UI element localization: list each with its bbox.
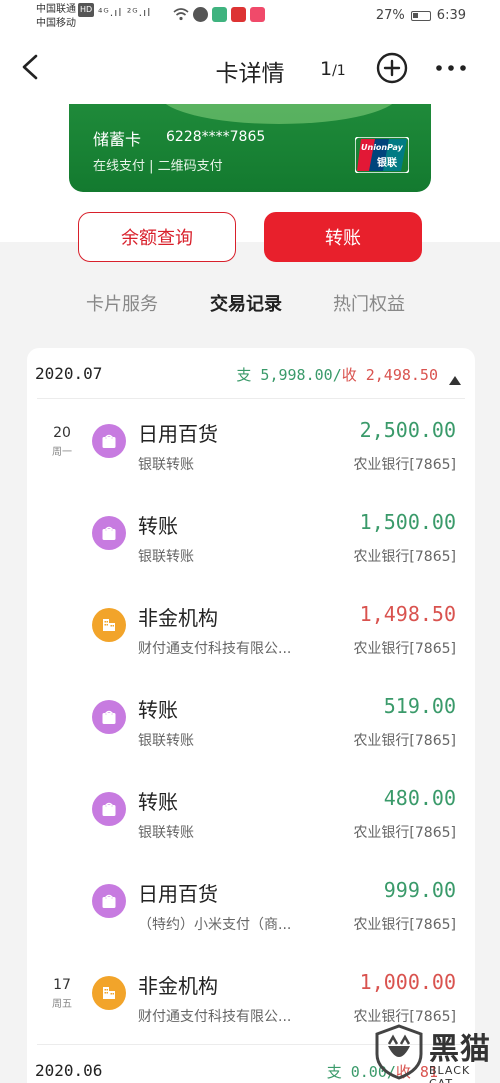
balance-query-button[interactable]: 余额查询	[78, 212, 236, 262]
tx-weekday: 周一	[52, 447, 72, 458]
month-income: 收 2,498.50	[341, 366, 438, 384]
tx-title: 非金机构	[138, 606, 218, 630]
status-right: 27% 6:39	[376, 8, 466, 23]
clock: 6:39	[436, 8, 466, 23]
tab-bar: 卡片服务 交易记录 热门权益	[0, 290, 500, 330]
card-gloss	[159, 104, 399, 124]
hd-badge: HD	[78, 3, 95, 17]
battery-percent: 27%	[375, 8, 405, 23]
tx-bank: 农业银行[7865]	[353, 549, 456, 565]
tx-amount: 1,500.00	[359, 510, 456, 534]
tx-title: 日用百货	[138, 422, 218, 446]
tx-subtitle: 财付通支付科技有限公...	[138, 641, 292, 657]
more-icon[interactable]	[432, 54, 470, 82]
nav-bar: 卡详情 1/1	[0, 34, 500, 104]
transaction-row[interactable]: 日用百货 （特约）小米支付（商... 999.00 农业银行[7865]	[27, 859, 475, 951]
tx-subtitle: 财付通支付科技有限公...	[138, 1009, 292, 1025]
unionpay-text-cn: 银联	[377, 158, 397, 169]
tab-card-services[interactable]: 卡片服务	[86, 290, 158, 316]
tx-amount: 999.00	[383, 878, 456, 902]
tab-popular-benefits[interactable]: 热门权益	[333, 290, 405, 316]
month-date: 2020.07	[35, 364, 103, 383]
tx-weekday: 周五	[52, 999, 72, 1010]
shopping-bag-icon	[92, 884, 126, 918]
notification-icons	[173, 7, 265, 22]
back-icon[interactable]	[18, 52, 42, 82]
card-header-area: 储蓄卡 6228****7865 在线支付 | 二维码支付 UnionPay 银…	[0, 104, 500, 262]
tx-day: 17	[53, 977, 71, 993]
watermark-cn: 黑猫	[429, 1032, 491, 1067]
tx-subtitle: 银联转账	[138, 733, 194, 749]
tab-transaction-records[interactable]: 交易记录	[210, 290, 282, 316]
month-date: 2020.06	[35, 1061, 103, 1080]
transfer-button[interactable]: 转账	[264, 212, 422, 262]
transaction-list: 2020.07 支 5,998.00/收 2,498.50 20 周一 日用百货 银联…	[27, 348, 475, 1083]
tx-bank: 农业银行[7865]	[353, 825, 456, 841]
app-icon-red	[231, 7, 246, 22]
watermark-en: BLACK CAT	[429, 1064, 471, 1083]
tx-subtitle: 银联转账	[138, 457, 194, 473]
tx-title: 转账	[138, 790, 178, 814]
card-type: 储蓄卡	[93, 130, 142, 149]
transaction-row[interactable]: 非金机构财付通支付科技有限公... 1,498.50 农业银行[7865]	[27, 583, 475, 675]
black-cat-watermark: 黑猫 BLACK CAT	[373, 1024, 495, 1083]
card-subtitle: 在线支付 | 二维码支付	[93, 159, 223, 174]
tx-day: 20	[53, 425, 71, 441]
carrier-2: 中国移动	[36, 18, 76, 29]
signal-icon: ⁴ᴳ.ıl ²ᴳ.ıl	[98, 6, 152, 19]
tx-subtitle: （特约）小米支付（商...	[138, 917, 292, 933]
tx-amount: 480.00	[383, 786, 456, 810]
building-icon	[92, 976, 126, 1010]
tx-bank: 农业银行[7865]	[353, 733, 456, 749]
tx-bank: 农业银行[7865]	[353, 1009, 456, 1025]
transaction-row[interactable]: 转账银联转账 1,500.00 农业银行[7865]	[27, 491, 475, 583]
unionpay-logo-icon: UnionPay 银联	[354, 136, 410, 174]
tx-bank: 农业银行[7865]	[353, 641, 456, 657]
tx-bank: 农业银行[7865]	[353, 917, 456, 933]
pager-current: 1	[320, 58, 333, 80]
tx-subtitle: 银联转账	[138, 549, 194, 565]
app-icon-pink	[250, 7, 265, 22]
unionpay-text-en: UnionPay	[361, 143, 403, 152]
shopping-bag-icon	[92, 516, 126, 550]
tx-title: 转账	[138, 698, 178, 722]
month-header[interactable]: 2020.07 支 5,998.00/收 2,498.50	[27, 348, 475, 398]
cat-shield-icon	[375, 1024, 423, 1080]
tx-title: 非金机构	[138, 974, 218, 998]
collapse-arrow-icon[interactable]	[449, 370, 461, 385]
status-bar: 中国联通 HD 中国移动 ⁴ᴳ.ıl ²ᴳ.ıl 27% 6:39	[0, 0, 500, 34]
shopping-bag-icon	[92, 424, 126, 458]
app-icon-green	[212, 7, 227, 22]
carrier-1: 中国联通	[36, 4, 76, 15]
transaction-row[interactable]: 转账银联转账 480.00 农业银行[7865]	[27, 767, 475, 859]
building-icon	[92, 608, 126, 642]
tx-amount: 2,500.00	[359, 418, 456, 442]
card-number: 6228****7865	[166, 129, 266, 145]
pager-total: /1	[332, 63, 346, 79]
month-summary: 支 5,998.00/收 2,498.50	[236, 364, 438, 385]
tx-subtitle: 银联转账	[138, 825, 194, 841]
battery-icon	[410, 10, 431, 21]
tx-amount: 1,000.00	[359, 970, 456, 994]
page-title: 卡详情	[215, 61, 285, 87]
tx-amount: 1,498.50	[359, 602, 456, 626]
shopping-bag-icon	[92, 792, 126, 826]
summary-separator: /	[332, 366, 342, 384]
card-pager: 1/1	[320, 58, 346, 80]
chat-app-icon	[193, 7, 208, 22]
carrier-info: 中国联通 HD 中国移动	[36, 3, 95, 31]
tx-title: 转账	[138, 514, 178, 538]
tx-bank: 农业银行[7865]	[353, 457, 456, 473]
transaction-row[interactable]: 转账银联转账 519.00 农业银行[7865]	[27, 675, 475, 767]
bank-card[interactable]: 储蓄卡 6228****7865 在线支付 | 二维码支付 UnionPay 银…	[69, 104, 431, 192]
add-icon[interactable]	[376, 52, 408, 84]
shopping-bag-icon	[92, 700, 126, 734]
month-expense: 支 5,998.00	[236, 366, 333, 384]
transaction-row[interactable]: 20 周一 日用百货银联转账 2,500.00 农业银行[7865]	[27, 399, 475, 491]
tx-title: 日用百货	[138, 882, 218, 906]
tx-amount: 519.00	[383, 694, 456, 718]
wifi-icon	[173, 7, 189, 22]
